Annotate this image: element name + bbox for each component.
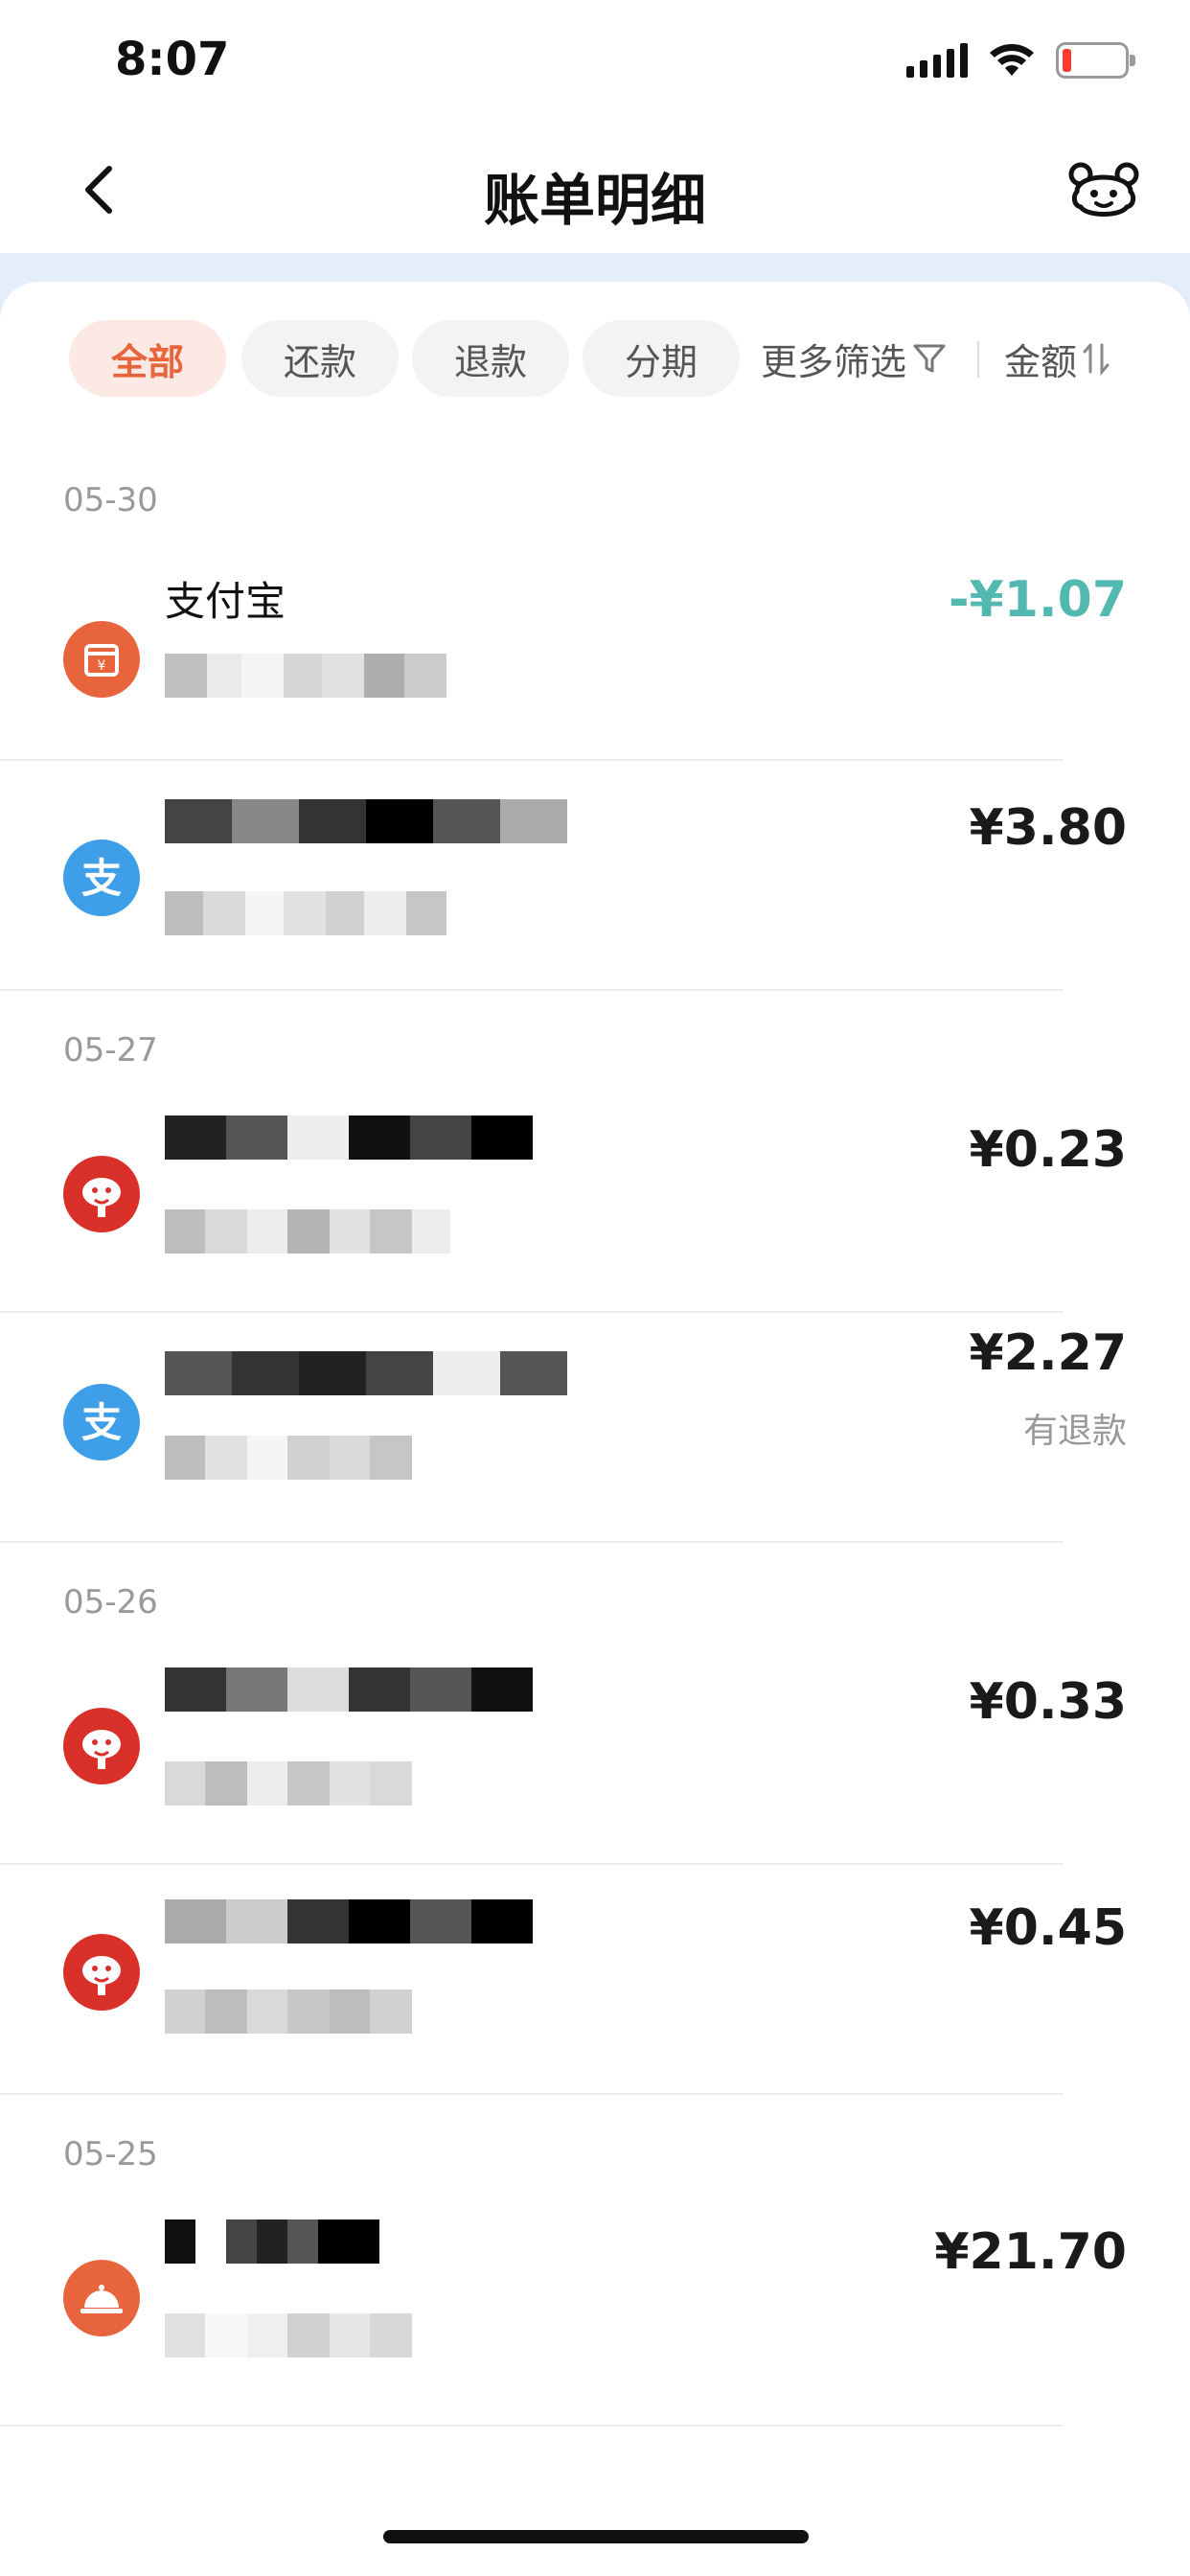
row-divider: [0, 2425, 1064, 2426]
redacted-subtitle: [165, 891, 446, 935]
redacted-subtitle: [165, 1436, 412, 1480]
wifi-icon: [990, 44, 1034, 76]
date-header: 05-25: [63, 2135, 158, 2174]
filter-divider: [977, 341, 979, 378]
svg-text:支: 支: [81, 855, 122, 902]
transaction-row[interactable]: ¥0.23: [0, 1112, 1190, 1313]
jd-dog-icon: [63, 1708, 140, 1784]
svg-text:支: 支: [81, 1399, 122, 1446]
transaction-amount: -¥1.07: [948, 571, 1127, 629]
transaction-amount: ¥3.80: [969, 799, 1127, 857]
redacted-subtitle: [165, 654, 446, 698]
transaction-row[interactable]: ¥0.45: [0, 1865, 1190, 2095]
redacted-merchant: [165, 1899, 533, 1944]
redacted-merchant: [165, 1351, 567, 1395]
redacted-subtitle: [165, 1209, 450, 1254]
food-cloche-icon: [63, 2260, 140, 2336]
sort-arrows-icon: [1083, 343, 1110, 376]
status-time: 8:07: [115, 33, 230, 86]
transaction-amount: ¥21.70: [934, 2223, 1127, 2281]
transaction-amount: ¥0.23: [969, 1121, 1127, 1179]
date-header: 05-26: [63, 1583, 158, 1622]
amount-sort-button[interactable]: 金额: [1004, 320, 1110, 397]
row-divider: [0, 2093, 1064, 2095]
filter-chip-refund[interactable]: 退款: [412, 320, 569, 397]
redacted-merchant: [165, 1668, 533, 1712]
filter-chip-repayment[interactable]: 还款: [241, 320, 399, 397]
redacted-subtitle: [165, 2313, 412, 2358]
status-bar: 8:07: [0, 0, 1190, 126]
filter-chip-installment[interactable]: 分期: [583, 320, 740, 397]
redacted-merchant: [165, 799, 567, 843]
filter-bar: 全部 还款 退款 分期 更多筛选 金额: [0, 320, 1190, 397]
bill-list-card: 全部 还款 退款 分期 更多筛选 金额 05-30 ¥ 支付宝 -¥1.07 支…: [0, 282, 1190, 2576]
svg-text:¥: ¥: [98, 658, 106, 674]
filter-chip-all[interactable]: 全部: [69, 320, 226, 397]
transaction-amount: ¥0.33: [969, 1673, 1127, 1731]
transaction-amount: ¥2.27: [969, 1324, 1127, 1382]
amount-sort-label: 金额: [1004, 340, 1078, 383]
bottom-safe-area: [0, 2472, 1190, 2576]
date-header: 05-30: [63, 481, 158, 519]
refund-note: 有退款: [1022, 1412, 1127, 1451]
jd-dog-icon: [63, 1934, 140, 2011]
assistant-bear-icon[interactable]: [1067, 153, 1140, 226]
alipay-icon: 支: [63, 1384, 140, 1460]
status-icons: [906, 42, 1135, 79]
page-title: 账单明细: [483, 168, 706, 233]
more-filter-button[interactable]: 更多筛选: [761, 320, 947, 397]
row-divider: [0, 989, 1064, 991]
merchant-name: 支付宝: [165, 578, 286, 625]
nav-bar: 账单明细: [0, 126, 1190, 253]
redacted-subtitle: [165, 1761, 412, 1806]
transaction-row[interactable]: 支 ¥3.80: [0, 761, 1190, 991]
transaction-row[interactable]: ¥21.70: [0, 2216, 1190, 2446]
funnel-icon: [913, 344, 946, 373]
row-divider: [0, 1541, 1064, 1543]
transaction-row[interactable]: 支 ¥2.27 有退款: [0, 1313, 1190, 1543]
battery-icon: [1056, 42, 1135, 79]
transaction-amount: ¥0.45: [969, 1899, 1127, 1957]
home-indicator[interactable]: [383, 2530, 809, 2543]
more-filter-label: 更多筛选: [761, 340, 907, 383]
redacted-subtitle: [165, 1990, 412, 2034]
redacted-merchant: [165, 2220, 379, 2264]
date-header: 05-27: [63, 1031, 158, 1070]
redacted-merchant: [165, 1116, 533, 1160]
wallet-icon: ¥: [63, 621, 140, 698]
transaction-row[interactable]: ¥ 支付宝 -¥1.07: [0, 560, 1190, 761]
transaction-row[interactable]: ¥0.33: [0, 1664, 1190, 1865]
alipay-icon: 支: [63, 840, 140, 916]
jd-dog-icon: [63, 1156, 140, 1232]
cellular-signal-icon: [906, 43, 968, 78]
